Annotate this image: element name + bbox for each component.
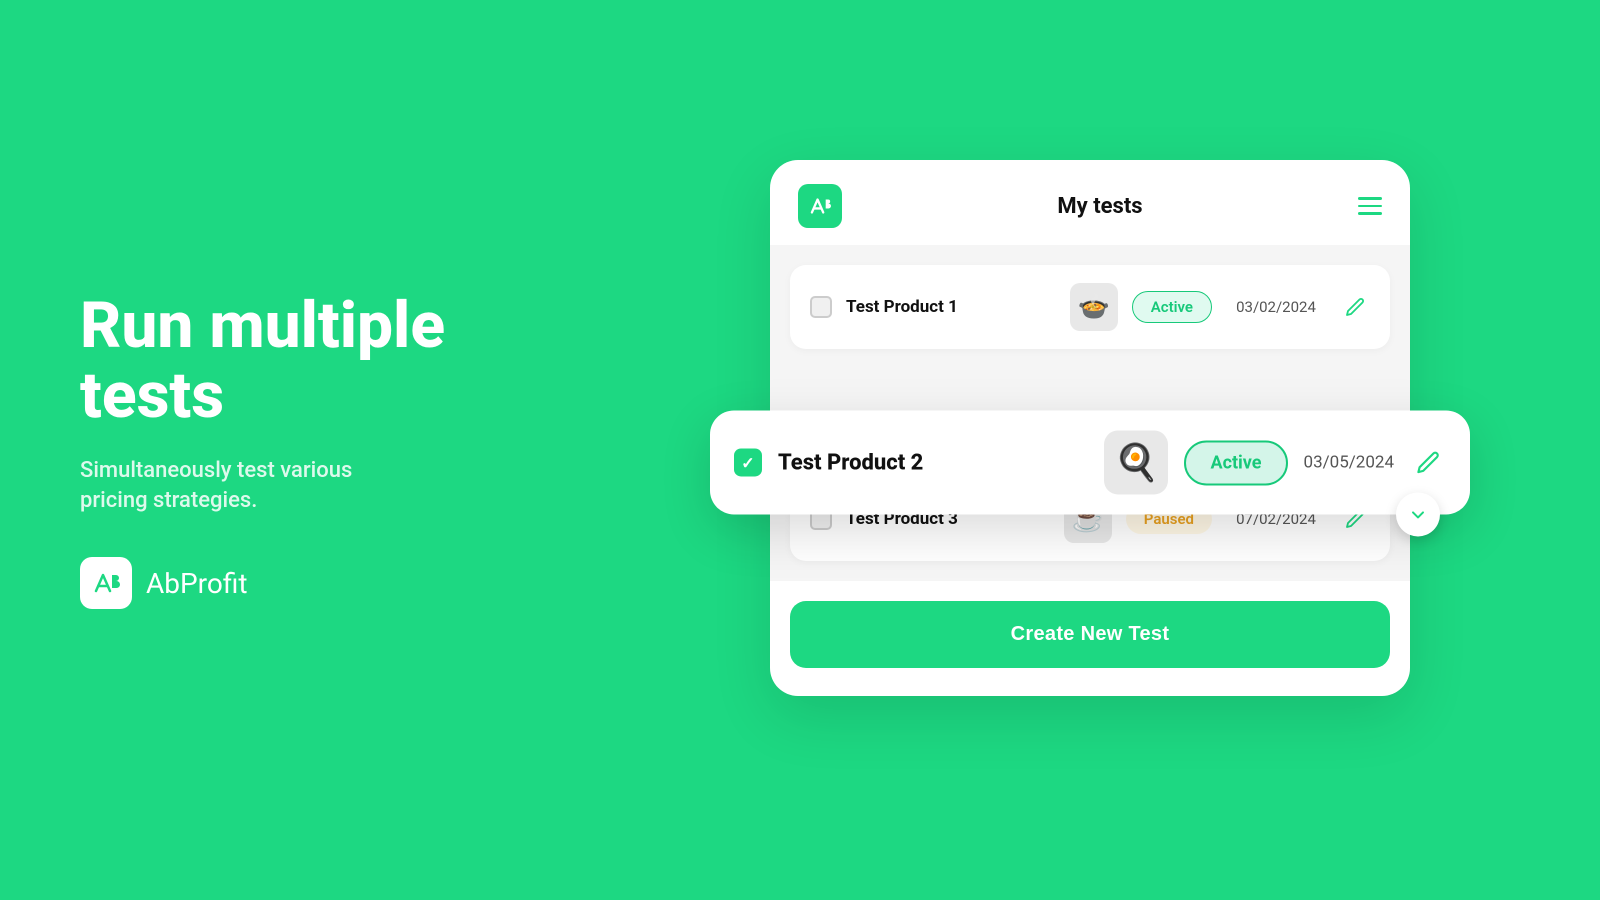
- test2-status: Active: [1184, 440, 1287, 485]
- test1-image: 🍲: [1070, 283, 1118, 331]
- brand-row: AbProfit: [80, 557, 520, 609]
- brand-icon: [80, 557, 132, 609]
- hamburger-icon[interactable]: [1358, 197, 1382, 215]
- abprofit-icon: [90, 567, 122, 599]
- create-new-test-button[interactable]: Create New Test: [790, 601, 1390, 668]
- subtext: Simultaneously test various pricing stra…: [80, 456, 420, 518]
- test-row: Test Product 1 🍲 Active 03/02/2024: [790, 265, 1390, 349]
- scroll-button[interactable]: [1396, 492, 1440, 536]
- card-logo: [798, 184, 842, 228]
- test1-date: 03/02/2024: [1226, 298, 1326, 316]
- brand-light: Profit: [180, 567, 248, 600]
- test1-status: Active: [1132, 291, 1212, 323]
- test2-floating-card: Test Product 2 🍳 Active 03/05/2024: [710, 410, 1470, 514]
- test2-checkbox-checked[interactable]: [734, 448, 762, 476]
- panel-wrapper: My tests Test Product 1 🍲 Active 03/02/2…: [740, 90, 1440, 810]
- brand-bold: Ab: [146, 567, 180, 600]
- card-header: My tests: [770, 160, 1410, 245]
- test2-edit-button[interactable]: [1410, 444, 1446, 480]
- test1-name: Test Product 1: [846, 297, 1056, 317]
- brand-name: AbProfit: [146, 567, 248, 600]
- test2-edit-icon: [1416, 450, 1440, 474]
- test1-edit-icon: [1345, 297, 1365, 317]
- headline: Run multiple tests: [80, 291, 520, 432]
- card-logo-icon: [807, 193, 833, 219]
- test2-name: Test Product 2: [778, 450, 1088, 475]
- test2-date: 03/05/2024: [1304, 452, 1394, 472]
- test1-checkbox[interactable]: [810, 296, 832, 318]
- right-panel: My tests Test Product 1 🍲 Active 03/02/2…: [580, 0, 1600, 900]
- test2-image: 🍳: [1104, 430, 1168, 494]
- test1-edit-button[interactable]: [1340, 292, 1370, 322]
- left-panel: Run multiple tests Simultaneously test v…: [0, 231, 580, 669]
- scroll-down-icon: [1409, 505, 1427, 523]
- card-title: My tests: [1057, 194, 1142, 219]
